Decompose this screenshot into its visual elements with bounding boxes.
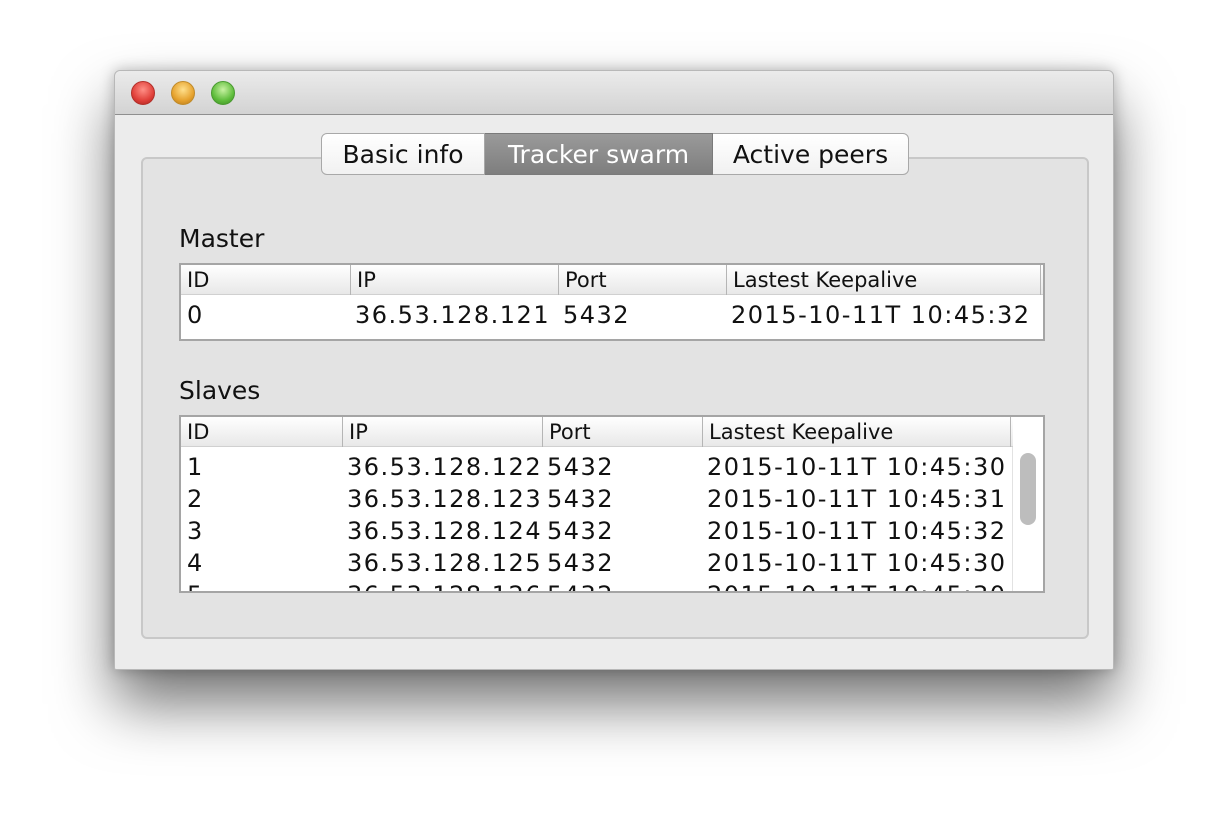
app-window: Basic info Tracker swarm Active peers Ma… (114, 70, 1114, 670)
master-col-port[interactable]: Port (559, 265, 727, 295)
cell-ip: 36.53.128.124 (347, 517, 543, 545)
cell-id: 4 (187, 549, 204, 577)
cell-id: 2 (187, 485, 204, 513)
master-col-keepalive[interactable]: Lastest Keepalive (727, 265, 1041, 295)
table-row[interactable]: 5 36.53.128.126 5432 2015-10-11T 10:45:3… (181, 579, 1013, 591)
slaves-table[interactable]: ID IP Port Lastest Keepalive 1 36.53.128… (179, 415, 1045, 593)
cell-port: 5432 (547, 549, 615, 577)
cell-keepalive: 2015-10-11T 10:45:30 (707, 453, 1007, 481)
cell-keepalive: 2015-10-11T 10:45:31 (707, 485, 1007, 513)
tab-basic-info[interactable]: Basic info (321, 133, 485, 175)
cell-port: 5432 (547, 517, 615, 545)
cell-ip: 36.53.128.123 (347, 485, 543, 513)
tab-bar: Basic info Tracker swarm Active peers (321, 133, 909, 175)
table-row[interactable]: 4 36.53.128.125 5432 2015-10-11T 10:45:3… (181, 547, 1013, 579)
cell-keepalive: 2015-10-11T 10:45:32 (707, 517, 1007, 545)
scrollbar-thumb[interactable] (1020, 453, 1036, 525)
slaves-col-keepalive[interactable]: Lastest Keepalive (703, 417, 1011, 447)
tab-tracker-swarm[interactable]: Tracker swarm (485, 133, 713, 175)
slaves-col-id[interactable]: ID (181, 417, 343, 447)
master-label: Master (179, 224, 265, 253)
slaves-col-port[interactable]: Port (543, 417, 703, 447)
cell-id: 3 (187, 517, 204, 545)
title-bar[interactable] (115, 71, 1113, 115)
cell-id: 0 (187, 301, 204, 329)
slaves-col-ip[interactable]: IP (343, 417, 543, 447)
table-row[interactable]: 2 36.53.128.123 5432 2015-10-11T 10:45:3… (181, 483, 1013, 515)
slaves-table-header: ID IP Port Lastest Keepalive (181, 417, 1013, 447)
cell-keepalive: 2015-10-11T 10:45:30 (707, 549, 1007, 577)
cell-port: 5432 (547, 485, 615, 513)
table-row[interactable]: 3 36.53.128.124 5432 2015-10-11T 10:45:3… (181, 515, 1013, 547)
table-row[interactable]: 0 36.53.128.121 5432 2015-10-11T 10:45:3… (181, 299, 1043, 331)
cell-ip: 36.53.128.121 (355, 301, 551, 329)
cell-ip: 36.53.128.125 (347, 549, 543, 577)
cell-keepalive: 2015-10-11T 10:45:30 (701, 579, 1007, 591)
cell-keepalive: 2015-10-11T 10:45:32 (731, 301, 1031, 329)
cell-ip: 36.53.128.126 (341, 579, 542, 591)
slaves-label: Slaves (179, 376, 261, 405)
maximize-icon[interactable] (211, 81, 235, 105)
cell-id: 5 (181, 579, 204, 591)
cell-ip: 36.53.128.122 (347, 453, 543, 481)
cell-port: 5432 (541, 579, 614, 591)
cell-port: 5432 (563, 301, 631, 329)
master-col-ip[interactable]: IP (351, 265, 559, 295)
minimize-icon[interactable] (171, 81, 195, 105)
tab-active-peers[interactable]: Active peers (713, 133, 909, 175)
master-table[interactable]: ID IP Port Lastest Keepalive 0 36.53.128… (179, 263, 1045, 341)
vertical-scrollbar[interactable] (1012, 447, 1043, 591)
close-icon[interactable] (131, 81, 155, 105)
table-row[interactable]: 1 36.53.128.122 5432 2015-10-11T 10:45:3… (181, 451, 1013, 483)
master-col-id[interactable]: ID (181, 265, 351, 295)
master-table-header: ID IP Port Lastest Keepalive (181, 265, 1043, 295)
cell-port: 5432 (547, 453, 615, 481)
cell-id: 1 (187, 453, 204, 481)
